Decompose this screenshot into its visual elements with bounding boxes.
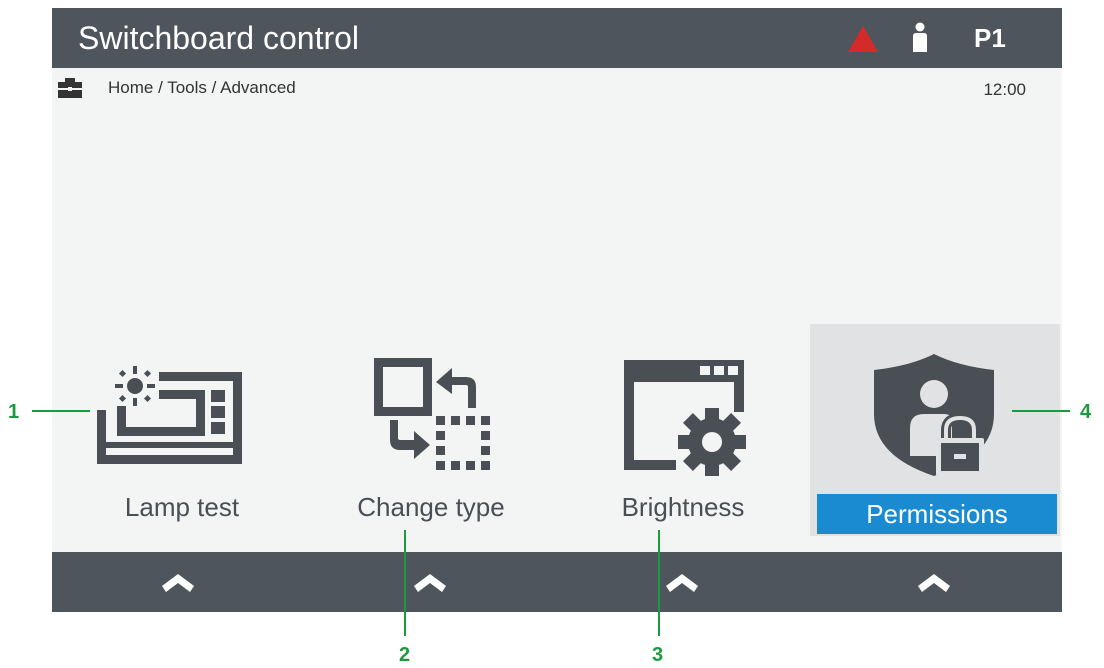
callout-line-1 (32, 410, 90, 412)
user-icon (912, 22, 928, 59)
callout-2: 2 (399, 644, 411, 666)
permissions-shield-icon (874, 354, 994, 476)
tile-label: Permissions (817, 494, 1057, 534)
tile-permissions[interactable]: Permissions (810, 324, 1060, 536)
chevron-up-icon (162, 574, 194, 592)
callout-line-3 (658, 530, 660, 636)
title-bar: Switchboard control P1 (52, 8, 1062, 68)
tile-label: Brightness (621, 492, 745, 522)
softkey-2[interactable] (304, 552, 556, 612)
brightness-settings-icon (624, 360, 746, 476)
tile-change-type[interactable]: Change type (306, 324, 556, 536)
chevron-up-icon (918, 574, 950, 592)
lamp-test-icon (97, 366, 242, 464)
clock: 12:00 (983, 80, 1026, 99)
tile-brightness[interactable]: Brightness (558, 324, 808, 536)
toolbox-icon (58, 78, 82, 103)
chevron-up-icon (414, 574, 446, 592)
softkey-3[interactable] (556, 552, 808, 612)
chevron-up-icon (666, 574, 698, 592)
breadcrumb-row: Home / Tools / Advanced 12:00 (52, 76, 1062, 100)
softkey-4[interactable] (808, 552, 1060, 612)
tile-label: Lamp test (124, 492, 240, 522)
softkey-bar (52, 552, 1062, 612)
alarm-triangle-icon[interactable] (848, 26, 878, 57)
tile-lamp-test[interactable]: Lamp test (57, 324, 307, 536)
callout-1: 1 (8, 401, 20, 423)
callout-3: 3 (652, 644, 664, 666)
display-screen: Switchboard control P1 Home / Tools / Ad… (52, 8, 1062, 612)
screen-title: Switchboard control (78, 20, 360, 56)
change-type-icon (374, 358, 490, 470)
callout-line-2 (404, 530, 406, 636)
callout-line-4 (1012, 410, 1070, 412)
tile-label: Change type (357, 492, 505, 522)
breadcrumb[interactable]: Home / Tools / Advanced (108, 78, 296, 98)
callout-4: 4 (1080, 401, 1092, 423)
page-indicator: P1 (974, 23, 1006, 53)
softkey-1[interactable] (52, 552, 304, 612)
